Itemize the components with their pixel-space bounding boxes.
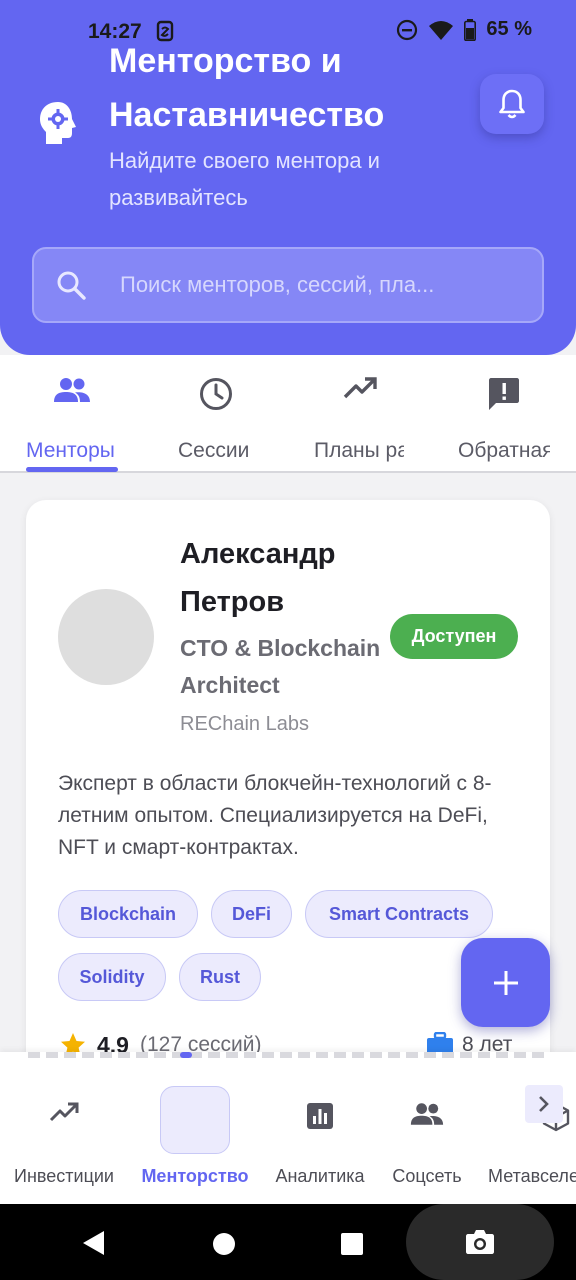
bell-icon [499, 89, 525, 119]
tab-bar: Менторы Сессии Планы развития Обратная с… [0, 355, 576, 473]
tab-development-plans[interactable]: Планы развития [314, 373, 434, 473]
tab-sessions[interactable]: Сессии [178, 373, 298, 473]
nav-label: Аналитика [275, 1166, 365, 1186]
nav-analytics[interactable]: Аналитика [268, 1082, 372, 1192]
brain-icon [40, 102, 76, 144]
camera-icon [466, 1230, 494, 1254]
tab-label: Планы развития [314, 439, 404, 462]
battery-level: 65 % [486, 18, 532, 40]
mentor-role: CTO & Blockchain Architect [180, 635, 381, 698]
skill-tag: Blockchain [58, 890, 198, 938]
skill-tag: Rust [179, 953, 261, 1001]
trending-up-icon [49, 1102, 79, 1122]
bottom-navigation: Инвестиции Менторство Аналитика Соцсеть [0, 1052, 576, 1204]
trending-up-icon [343, 377, 377, 399]
recents-icon[interactable] [340, 1232, 364, 1256]
tab-feedback[interactable]: Обратная связь [458, 373, 576, 473]
plus-icon [493, 970, 518, 995]
scroll-indicator [28, 1052, 548, 1058]
search-icon [57, 271, 86, 300]
mentor-name: Александр Петров [180, 538, 336, 618]
people-icon [410, 1103, 444, 1125]
mentor-company: REChain Labs [180, 713, 309, 735]
tab-label: Менторы [26, 439, 115, 462]
nav-label: Инвестиции [14, 1166, 114, 1186]
search-input[interactable] [120, 272, 520, 298]
page-title: Менторство и Наставничество [109, 42, 385, 134]
status-badge: Доступен [390, 614, 518, 659]
bar-chart-icon [307, 1103, 333, 1129]
search-box[interactable] [32, 247, 544, 323]
notifications-button[interactable] [480, 74, 544, 134]
add-button[interactable] [461, 938, 550, 1027]
tab-label: Обратная связь [458, 439, 550, 462]
skill-tag: Smart Contracts [305, 890, 493, 938]
nav-investments[interactable]: Инвестиции [6, 1082, 122, 1192]
tab-label: Сессии [178, 439, 250, 462]
home-icon[interactable] [212, 1232, 236, 1256]
mentor-description: Эксперт в области блокчейн-технологий с … [58, 772, 492, 859]
chevron-right-icon [539, 1096, 549, 1112]
nav-label: Соцсеть [392, 1166, 462, 1186]
tab-mentors[interactable]: Менторы [26, 373, 146, 473]
nav-label: Менторство [141, 1166, 249, 1186]
page-subtitle: Найдите своего ментора и развивайтесь [109, 148, 380, 210]
avatar [58, 589, 154, 685]
feedback-icon [489, 378, 519, 410]
screenshot-button[interactable] [406, 1204, 554, 1280]
people-icon [54, 378, 90, 402]
nav-scroll-arrow[interactable] [525, 1085, 563, 1123]
scroll-indicator-active [180, 1052, 192, 1058]
tab-indicator [26, 467, 118, 472]
nav-label: Метавселенная [488, 1166, 576, 1186]
nav-social[interactable]: Соцсеть [382, 1082, 472, 1192]
clock-icon [200, 378, 232, 410]
nav-active-indicator [160, 1086, 230, 1154]
skill-tag: Solidity [58, 953, 166, 1001]
back-icon[interactable] [82, 1230, 106, 1256]
skill-tag: DeFi [211, 890, 292, 938]
